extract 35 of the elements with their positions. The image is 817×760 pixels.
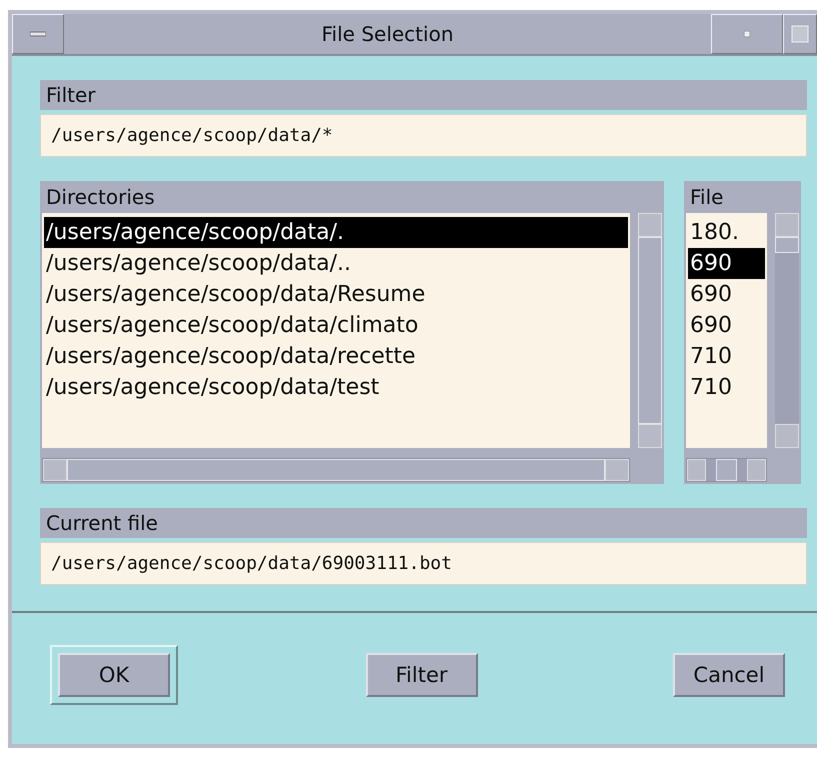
- file-label: File: [689, 184, 724, 211]
- current-file-field[interactable]: /users/agence/scoop/data/69003111.bot: [40, 542, 807, 585]
- file-item[interactable]: 710: [688, 341, 765, 372]
- current-file-label: Current file: [40, 508, 807, 538]
- file-item[interactable]: 690: [688, 248, 765, 279]
- dialog-button[interactable]: Filter: [366, 653, 478, 697]
- filter-label: Filter: [40, 80, 807, 110]
- square-icon: [791, 25, 809, 43]
- window-menu-button[interactable]: [12, 14, 64, 54]
- file-item[interactable]: 710: [688, 372, 765, 403]
- file-item[interactable]: 690: [688, 310, 765, 341]
- maximize-button[interactable]: [783, 14, 817, 54]
- filter-field[interactable]: /users/agence/scoop/data/*: [40, 114, 807, 157]
- directory-item[interactable]: /users/agence/scoop/data/recette: [44, 341, 628, 372]
- horizontal-scrollbar[interactable]: [42, 458, 630, 482]
- scroll-thumb[interactable]: [638, 237, 662, 424]
- directory-item[interactable]: /users/agence/scoop/data/climato: [44, 310, 628, 341]
- file-item[interactable]: 180.: [688, 217, 765, 248]
- scroll-thumb[interactable]: [67, 459, 605, 481]
- horizontal-scrollbar[interactable]: [686, 458, 767, 482]
- directory-item[interactable]: /users/agence/scoop/data/Resume: [44, 279, 628, 310]
- directory-item[interactable]: /users/agence/scoop/data/.: [44, 217, 628, 248]
- file-item[interactable]: 690: [688, 279, 765, 310]
- directories-label: Directories: [45, 184, 156, 211]
- dialog-button[interactable]: Cancel: [673, 653, 785, 697]
- directory-item[interactable]: /users/agence/scoop/data/..: [44, 248, 628, 279]
- directory-item[interactable]: /users/agence/scoop/data/test: [44, 372, 628, 403]
- scroll-thumb[interactable]: [716, 459, 737, 481]
- vertical-scrollbar[interactable]: [638, 213, 662, 448]
- minimize-button[interactable]: [711, 14, 783, 54]
- vertical-scrollbar[interactable]: [775, 213, 799, 448]
- window-title: File Selection: [320, 21, 454, 48]
- scroll-thumb[interactable]: [775, 237, 799, 253]
- dialog-button[interactable]: OK: [58, 653, 170, 697]
- minus-icon: [30, 31, 46, 37]
